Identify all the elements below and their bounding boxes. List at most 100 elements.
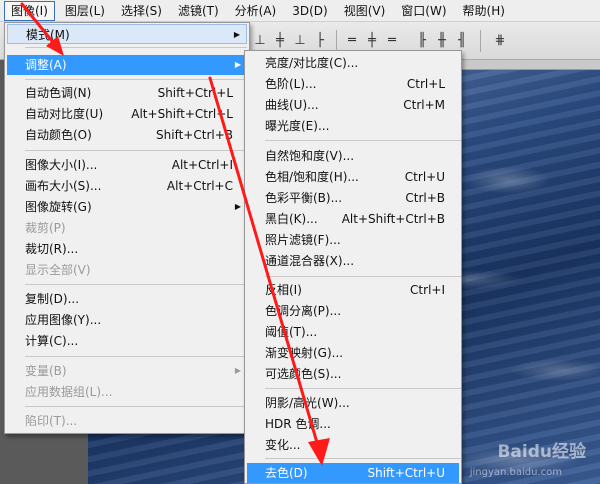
- menu-item-label: 变量(B): [25, 364, 67, 378]
- menu-analysis[interactable]: 分析(A): [229, 1, 283, 21]
- menu-help[interactable]: 帮助(H): [457, 1, 511, 21]
- menu-item-photo-filter[interactable]: 照片滤镜(F)...: [247, 230, 459, 250]
- menu-item-shortcut: Ctrl+M: [403, 98, 445, 112]
- menu-item-vibrance[interactable]: 自然饱和度(V)...: [247, 146, 459, 166]
- menu-window[interactable]: 窗口(W): [395, 1, 452, 21]
- distribute-hcenter-icon[interactable]: ╫: [434, 33, 450, 49]
- menu-item-gradient-map[interactable]: 渐变映射(G)...: [247, 343, 459, 363]
- menu-item-label: 复制(D)...: [25, 292, 80, 306]
- auto-align-icon[interactable]: ⋕: [492, 33, 508, 49]
- menu-item-invert[interactable]: 反相(I) Ctrl+I: [247, 280, 459, 300]
- menu-item-threshold[interactable]: 阈值(T)...: [247, 322, 459, 342]
- menu-item-color-balance[interactable]: 色彩平衡(B)... Ctrl+B: [247, 188, 459, 208]
- menu-item-label: 去色(D): [265, 466, 308, 480]
- menu-item-label: 模式(M): [26, 28, 70, 42]
- distribute-vcenter-icon[interactable]: ╪: [364, 33, 380, 49]
- menu-item-label: 通道混合器(X)...: [265, 254, 355, 268]
- menu-item-calculations[interactable]: 计算(C)...: [7, 331, 247, 351]
- menu-item-image-rotation[interactable]: 图像旋转(G) ▶: [7, 197, 247, 217]
- menu-item-canvas-size[interactable]: 画布大小(S)... Alt+Ctrl+C: [7, 176, 247, 196]
- menu-item-label: 变化...: [265, 438, 301, 452]
- menu-item-shortcut: Ctrl+B: [405, 191, 445, 205]
- menu-item-variations[interactable]: 变化...: [247, 435, 459, 455]
- menu-item-trap: 陷印(T)...: [7, 411, 247, 431]
- menu-item-trim[interactable]: 裁切(R)...: [7, 239, 247, 259]
- menu-item-curves[interactable]: 曲线(U)... Ctrl+M: [247, 95, 459, 115]
- distribute-left-icon[interactable]: ╟: [414, 33, 430, 49]
- toolbar-separator: [480, 30, 481, 52]
- menu-separator: [25, 150, 247, 151]
- watermark-url: jingyan.baidu.com: [469, 467, 562, 478]
- menu-item-auto-tone[interactable]: 自动色调(N) Shift+Ctrl+L: [7, 83, 247, 103]
- menu-item-shortcut: Ctrl+L: [406, 77, 445, 91]
- menu-item-selective-color[interactable]: 可选颜色(S)...: [247, 364, 459, 384]
- menu-item-label: 反相(I): [265, 283, 302, 297]
- menu-item-label: 应用数据组(L)...: [25, 385, 113, 399]
- menu-item-auto-contrast[interactable]: 自动对比度(U) Alt+Shift+Ctrl+L: [7, 104, 247, 124]
- menu-item-label: 可选颜色(S)...: [265, 367, 342, 381]
- menu-item-apply-image[interactable]: 应用图像(Y)...: [7, 310, 247, 330]
- menu-item-apply-data-set: 应用数据组(L)...: [7, 382, 247, 402]
- menu-item-desaturate[interactable]: 去色(D) Shift+Ctrl+U: [247, 463, 459, 483]
- menu-bar: 图像(I) 图层(L) 选择(S) 滤镜(T) 分析(A) 3D(D) 视图(V…: [0, 0, 600, 22]
- menu-item-shortcut: Shift+Ctrl+L: [157, 86, 233, 100]
- menu-view[interactable]: 视图(V): [338, 1, 392, 21]
- menu-item-exposure[interactable]: 曝光度(E)...: [247, 116, 459, 136]
- menu-item-shortcut: Shift+Ctrl+U: [367, 466, 445, 480]
- submenu-arrow-icon: ▶: [234, 366, 241, 375]
- menu-item-shadows-highlights[interactable]: 阴影/高光(W)...: [247, 393, 459, 413]
- menu-item-label: 图像大小(I)...: [25, 158, 98, 172]
- menu-item-label: 陷印(T)...: [25, 414, 78, 428]
- align-bottom-icon[interactable]: ⊥: [292, 33, 308, 49]
- menu-separator: [25, 356, 247, 357]
- menu-item-crop: 裁剪(P): [7, 218, 247, 238]
- menu-item-levels[interactable]: 色阶(L)... Ctrl+L: [247, 74, 459, 94]
- submenu-arrow-icon: ▶: [233, 30, 240, 39]
- menu-item-label: 计算(C)...: [25, 334, 79, 348]
- distribute-top-icon[interactable]: ═: [344, 33, 360, 49]
- menu-item-label: 自然饱和度(V)...: [265, 149, 355, 163]
- menu-item-image-size[interactable]: 图像大小(I)... Alt+Ctrl+I: [7, 155, 247, 175]
- menu-layer[interactable]: 图层(L): [59, 1, 111, 21]
- toolbar-separator: [336, 30, 337, 52]
- distribute-right-icon[interactable]: ╢: [454, 33, 470, 49]
- menu-item-label: HDR 色调...: [265, 417, 331, 431]
- menu-item-label: 裁剪(P): [25, 221, 66, 235]
- menu-item-label: 阈值(T)...: [265, 325, 318, 339]
- menu-item-label: 阴影/高光(W)...: [265, 396, 350, 410]
- align-vcenter-icon[interactable]: ╪: [272, 33, 288, 49]
- menu-item-label: 自动对比度(U): [25, 107, 104, 121]
- menu-filter[interactable]: 滤镜(T): [172, 1, 225, 21]
- menu-separator: [265, 388, 461, 389]
- menu-item-shortcut: Ctrl+I: [410, 283, 445, 297]
- menu-select[interactable]: 选择(S): [115, 1, 168, 21]
- menu-image[interactable]: 图像(I): [4, 0, 55, 21]
- menu-item-hue-saturation[interactable]: 色相/饱和度(H)... Ctrl+U: [247, 167, 459, 187]
- adjustments-submenu: 亮度/对比度(C)... 色阶(L)... Ctrl+L 曲线(U)... Ct…: [244, 50, 462, 484]
- menu-item-label: 显示全部(V): [25, 263, 91, 277]
- align-left-icon[interactable]: ├: [312, 33, 328, 49]
- menu-separator: [25, 406, 247, 407]
- menu-3d[interactable]: 3D(D): [286, 1, 333, 21]
- menu-item-variables: 变量(B) ▶: [7, 361, 247, 381]
- menu-item-label: 曲线(U)...: [265, 98, 319, 112]
- menu-item-adjust[interactable]: 调整(A) ▶: [7, 55, 247, 75]
- menu-item-label: 应用图像(Y)...: [25, 313, 102, 327]
- menu-item-shortcut: Alt+Shift+Ctrl+B: [341, 212, 445, 226]
- menu-item-black-white[interactable]: 黑白(K)... Alt+Shift+Ctrl+B: [247, 209, 459, 229]
- menu-separator: [25, 47, 247, 48]
- menu-item-channel-mixer[interactable]: 通道混合器(X)...: [247, 251, 459, 271]
- menu-item-posterize[interactable]: 色调分离(P)...: [247, 301, 459, 321]
- menu-separator: [25, 79, 247, 80]
- submenu-arrow-icon: ▶: [234, 202, 241, 211]
- align-top-icon[interactable]: ⊥: [252, 33, 268, 49]
- submenu-arrow-icon: ▶: [234, 60, 241, 69]
- menu-item-hdr-toning[interactable]: HDR 色调...: [247, 414, 459, 434]
- menu-item-duplicate[interactable]: 复制(D)...: [7, 289, 247, 309]
- menu-item-auto-color[interactable]: 自动颜色(O) Shift+Ctrl+B: [7, 125, 247, 145]
- menu-item-label: 自动色调(N): [25, 86, 92, 100]
- distribute-bottom-icon[interactable]: ═: [384, 33, 400, 49]
- menu-item-mode[interactable]: 模式(M) ▶: [7, 24, 247, 44]
- menu-separator: [25, 284, 247, 285]
- menu-item-brightness-contrast[interactable]: 亮度/对比度(C)...: [247, 53, 459, 73]
